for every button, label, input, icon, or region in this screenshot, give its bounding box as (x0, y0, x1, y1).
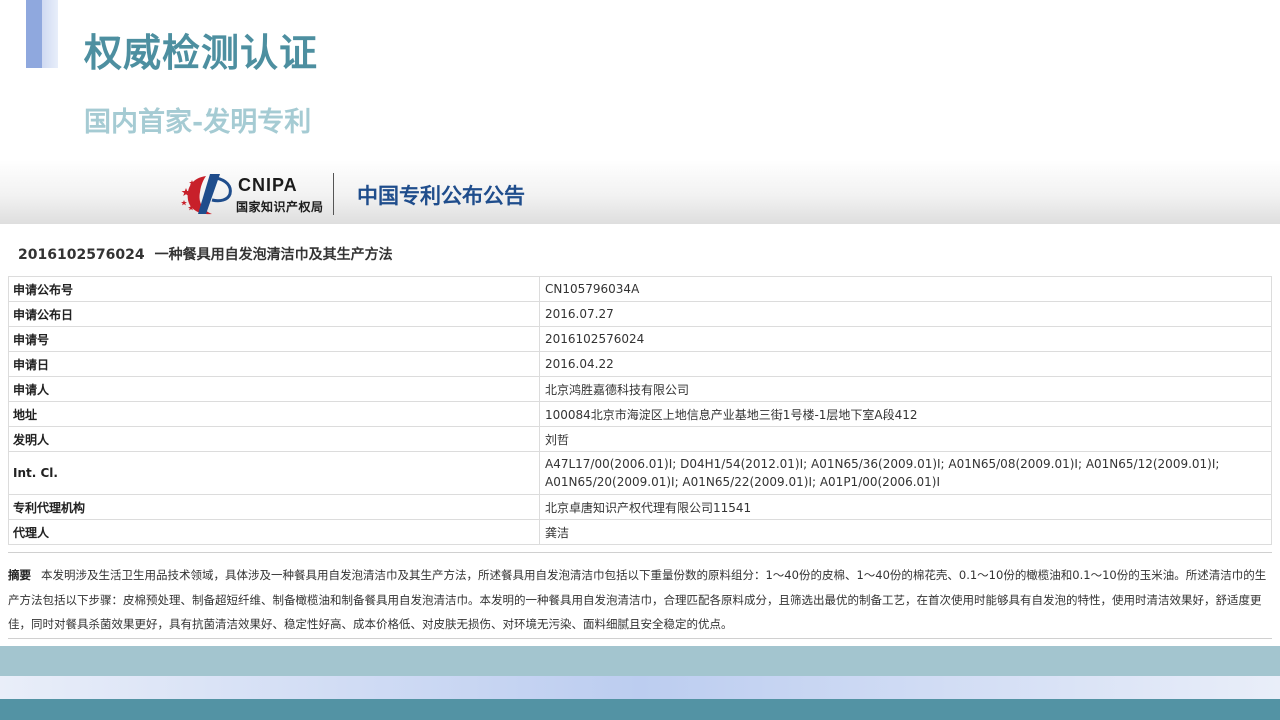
int-cl-line-1: A47L17/00(2006.01)I; D04H1/54(2012.01)I;… (545, 457, 1220, 471)
table-row: 申请公布号 CN105796034A (8, 276, 1272, 302)
abstract-text: 本发明涉及生活卫生用品技术领域，具体涉及一种餐具用自发泡清洁巾及其生产方法，所述… (8, 568, 1267, 631)
patent-heading: 2016102576024 一种餐具用自发泡清洁巾及其生产方法 (18, 244, 393, 264)
footer-band-gradient (0, 676, 1280, 699)
row-value: 刘哲 (539, 426, 1272, 452)
row-key: 发明人 (8, 426, 540, 452)
patent-name: 一种餐具用自发泡清洁巾及其生产方法 (154, 247, 393, 263)
row-key: 申请人 (8, 376, 540, 402)
title-accent-bar (26, 0, 58, 68)
table-row: 申请号 2016102576024 (8, 326, 1272, 352)
slide-subtitle: 国内首家-发明专利 (84, 107, 312, 138)
row-value: 2016102576024 (539, 326, 1272, 352)
row-key: Int. Cl. (8, 451, 540, 495)
abstract-top-divider (8, 552, 1272, 553)
row-key: 申请公布日 (8, 301, 540, 327)
footer-band-teal (0, 699, 1280, 720)
row-key: 申请日 (8, 351, 540, 377)
logo-divider (333, 173, 334, 215)
table-row: Int. Cl. A47L17/00(2006.01)I; D04H1/54(20… (8, 451, 1272, 495)
table-row: 申请日 2016.04.22 (8, 351, 1272, 377)
table-row: 申请人 北京鸿胜嘉德科技有限公司 (8, 376, 1272, 402)
row-key: 申请公布号 (8, 276, 540, 302)
int-cl-line-2: A01N65/20(2009.01)I; A01N65/22(2009.01)I… (545, 475, 941, 489)
row-value: 2016.07.27 (539, 301, 1272, 327)
banner-title: 中国专利公布公告 (357, 184, 525, 208)
cnipa-logo-cn: 国家知识产权局 (236, 200, 324, 214)
table-row: 代理人 龚洁 (8, 519, 1272, 545)
abstract: 摘要 本发明涉及生活卫生用品技术领域，具体涉及一种餐具用自发泡清洁巾及其生产方法，… (8, 563, 1268, 637)
cnipa-logo-text: CNIPA (238, 175, 298, 195)
row-key: 专利代理机构 (8, 494, 540, 520)
abstract-bottom-divider (8, 638, 1272, 639)
row-value: 2016.04.22 (539, 351, 1272, 377)
slide-title: 权威检测认证 (84, 31, 319, 75)
patent-number: 2016102576024 (18, 247, 145, 263)
row-key: 地址 (8, 401, 540, 427)
cnipa-logo-icon (181, 174, 232, 215)
patent-info-table: 申请公布号 CN105796034A 申请公布日 2016.07.27 申请号 201… (8, 276, 1272, 545)
table-row: 发明人 刘哲 (8, 426, 1272, 452)
row-value: 北京卓唐知识产权代理有限公司11541 (539, 494, 1272, 520)
row-value: 100084北京市海淀区上地信息产业基地三街1号楼-1层地下室A段412 (539, 401, 1272, 427)
row-value: A47L17/00(2006.01)I; D04H1/54(2012.01)I;… (539, 451, 1272, 495)
row-value: CN105796034A (539, 276, 1272, 302)
table-row: 地址 100084北京市海淀区上地信息产业基地三街1号楼-1层地下室A段412 (8, 401, 1272, 427)
table-row: 申请公布日 2016.07.27 (8, 301, 1272, 327)
table-row: 专利代理机构 北京卓唐知识产权代理有限公司11541 (8, 494, 1272, 520)
row-key: 申请号 (8, 326, 540, 352)
row-value: 北京鸿胜嘉德科技有限公司 (539, 376, 1272, 402)
abstract-label: 摘要 (8, 568, 31, 582)
row-key: 代理人 (8, 519, 540, 545)
row-value: 龚洁 (539, 519, 1272, 545)
footer-band-light (0, 646, 1280, 676)
